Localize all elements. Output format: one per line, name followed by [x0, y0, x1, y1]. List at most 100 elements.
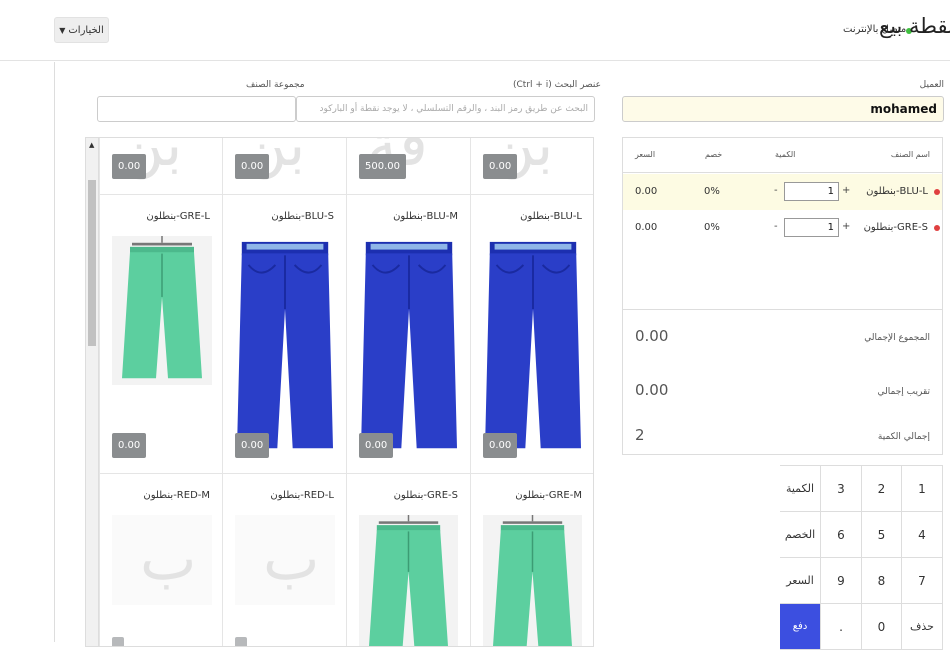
cart-row[interactable]: بنطلون-BLU-L + 1 - 0% 0.00: [623, 174, 942, 210]
product-card[interactable]: بنطلون-GRE-S: [346, 474, 470, 647]
col-qty: الكمية: [775, 150, 796, 159]
qty-input[interactable]: 1: [784, 182, 839, 201]
price-badge: 0.00: [359, 433, 394, 458]
product-card[interactable]: بنطلون-BLU-S 0.00: [222, 195, 346, 474]
keypad-key-6[interactable]: 6: [821, 512, 862, 558]
product-card[interactable]: بنطلون-BLU-M 0.00: [346, 195, 470, 474]
col-discount: خصم: [705, 150, 723, 159]
page-title: نقطة بيع: [879, 14, 950, 38]
keypad-qty-button[interactable]: الكمية: [780, 466, 821, 512]
search-input[interactable]: البحث عن طريق رمز البند ، والرقم التسلسل…: [296, 96, 595, 122]
product-name: بنطلون-GRE-S: [393, 490, 458, 501]
product-card[interactable]: بن 0.00: [222, 138, 346, 195]
product-name: بنطلون-BLU-L: [520, 211, 582, 222]
total-qty-label: إجمالي الكمية: [877, 432, 930, 442]
product-image: [237, 236, 333, 459]
price-badge: 0.00: [112, 154, 147, 179]
product-card[interactable]: قة 500.00: [346, 138, 470, 195]
product-image: [483, 515, 582, 647]
cart-item-discount: 0%: [704, 186, 720, 197]
divider: [54, 62, 55, 642]
grand-total-label: المجموع الإجمالي: [864, 333, 930, 343]
product-image: [359, 515, 458, 647]
product-name: بنطلون-GRE-L: [146, 211, 210, 222]
qty-plus-button[interactable]: +: [842, 221, 850, 232]
keypad-key-0[interactable]: 0: [862, 604, 902, 650]
price-badge: 500.00: [359, 154, 406, 179]
cart-item-name: بنطلون-GRE-S: [863, 222, 928, 233]
cart-row[interactable]: بنطلون-GRE-S + 1 - 0% 0.00: [623, 210, 942, 246]
product-card[interactable]: بنطلون-RED-M ب: [99, 474, 222, 646]
price-badge: 0.00: [483, 154, 518, 179]
qty-input[interactable]: 1: [784, 218, 839, 237]
price-badge: 0.00: [112, 433, 147, 458]
product-name: بنطلون-BLU-S: [271, 211, 334, 222]
price-badge: [235, 637, 247, 646]
scroll-up-icon[interactable]: ▲: [89, 141, 94, 149]
customer-label: العميل: [919, 80, 944, 90]
customer-field[interactable]: mohamed: [622, 96, 944, 122]
item-group-label: مجموعة الصنف: [246, 80, 305, 90]
keypad-key-8[interactable]: 8: [862, 558, 902, 604]
keypad-discount-button[interactable]: الخصم: [780, 512, 821, 558]
product-name: بنطلون-RED-M: [143, 490, 210, 501]
options-dropdown-button[interactable]: ▼ الخيارات: [54, 17, 109, 43]
scrollbar-thumb[interactable]: [88, 180, 96, 346]
keypad: 1 2 3 الكمية 4 5 6 الخصم 7 8 9 السعر حذف…: [780, 465, 943, 650]
product-card[interactable]: بنطلون-GRE-L 0.00: [99, 195, 222, 474]
product-name: بنطلون-GRE-M: [515, 490, 582, 501]
remove-dot-icon[interactable]: [934, 225, 940, 231]
keypad-key-2[interactable]: 2: [862, 466, 902, 512]
search-label: عنصر البحث (Ctrl + i): [513, 80, 601, 90]
cart-panel: اسم الصنف الكمية خصم السعر بنطلون-BLU-L …: [622, 137, 943, 455]
product-card[interactable]: بنطلون-RED-L ب: [222, 474, 346, 646]
product-card[interactable]: بنطلون-BLU-L 0.00: [470, 195, 593, 474]
price-badge: 0.00: [235, 154, 270, 179]
product-grid: ▲ بن 0.00 قة 500.00 بن 0.00 بن 0.00 بنطل…: [85, 137, 594, 647]
caret-down-icon: ▼: [59, 25, 66, 35]
keypad-key-4[interactable]: 4: [902, 512, 943, 558]
keypad-key-7[interactable]: 7: [902, 558, 943, 604]
product-card[interactable]: بن 0.00: [470, 138, 593, 195]
product-name: بنطلون-BLU-M: [393, 211, 458, 222]
cart-header: اسم الصنف الكمية خصم السعر: [623, 138, 942, 173]
keypad-key-9[interactable]: 9: [821, 558, 862, 604]
cart-item-name: بنطلون-BLU-L: [866, 186, 928, 197]
keypad-key-1[interactable]: 1: [902, 466, 943, 512]
cart-item-discount: 0%: [704, 222, 720, 233]
price-badge: [112, 637, 124, 646]
keypad-key-3[interactable]: 3: [821, 466, 862, 512]
product-name: بنطلون-RED-L: [270, 490, 334, 501]
qty-minus-button[interactable]: -: [774, 185, 778, 196]
product-card[interactable]: بنطلون-GRE-M: [470, 474, 593, 647]
divider: [623, 309, 942, 310]
total-qty-value: 2: [635, 426, 645, 444]
col-price: السعر: [635, 150, 656, 159]
item-group-field[interactable]: [97, 96, 296, 122]
cart-item-price: 0.00: [635, 222, 658, 233]
keypad-delete-button[interactable]: حذف: [902, 604, 943, 650]
keypad-price-button[interactable]: السعر: [780, 558, 821, 604]
col-item-name: اسم الصنف: [890, 150, 930, 159]
rounded-total-label: تقريب إجمالي: [877, 387, 930, 397]
scrollbar[interactable]: ▲: [86, 138, 99, 646]
keypad-decimal-key[interactable]: .: [821, 604, 862, 650]
options-label: الخيارات: [68, 24, 104, 36]
cart-item-price: 0.00: [635, 186, 658, 197]
pay-button[interactable]: دفع: [780, 604, 821, 650]
placeholder-letter: ب: [263, 524, 320, 594]
product-card[interactable]: بن 0.00: [99, 138, 222, 195]
price-badge: 0.00: [483, 433, 518, 458]
keypad-key-5[interactable]: 5: [862, 512, 902, 558]
product-image: [361, 236, 457, 459]
remove-dot-icon[interactable]: [934, 189, 940, 195]
grand-total-value: 0.00: [635, 327, 669, 345]
rounded-total-value: 0.00: [635, 381, 669, 399]
product-image: [485, 236, 581, 459]
price-badge: 0.00: [235, 433, 270, 458]
top-bar: ▼ الخيارات متصل بالإنترنت نقطة بيع: [0, 0, 950, 61]
placeholder-letter: ب: [140, 524, 197, 594]
qty-plus-button[interactable]: +: [842, 185, 850, 196]
product-image: [112, 236, 212, 385]
qty-minus-button[interactable]: -: [774, 221, 778, 232]
